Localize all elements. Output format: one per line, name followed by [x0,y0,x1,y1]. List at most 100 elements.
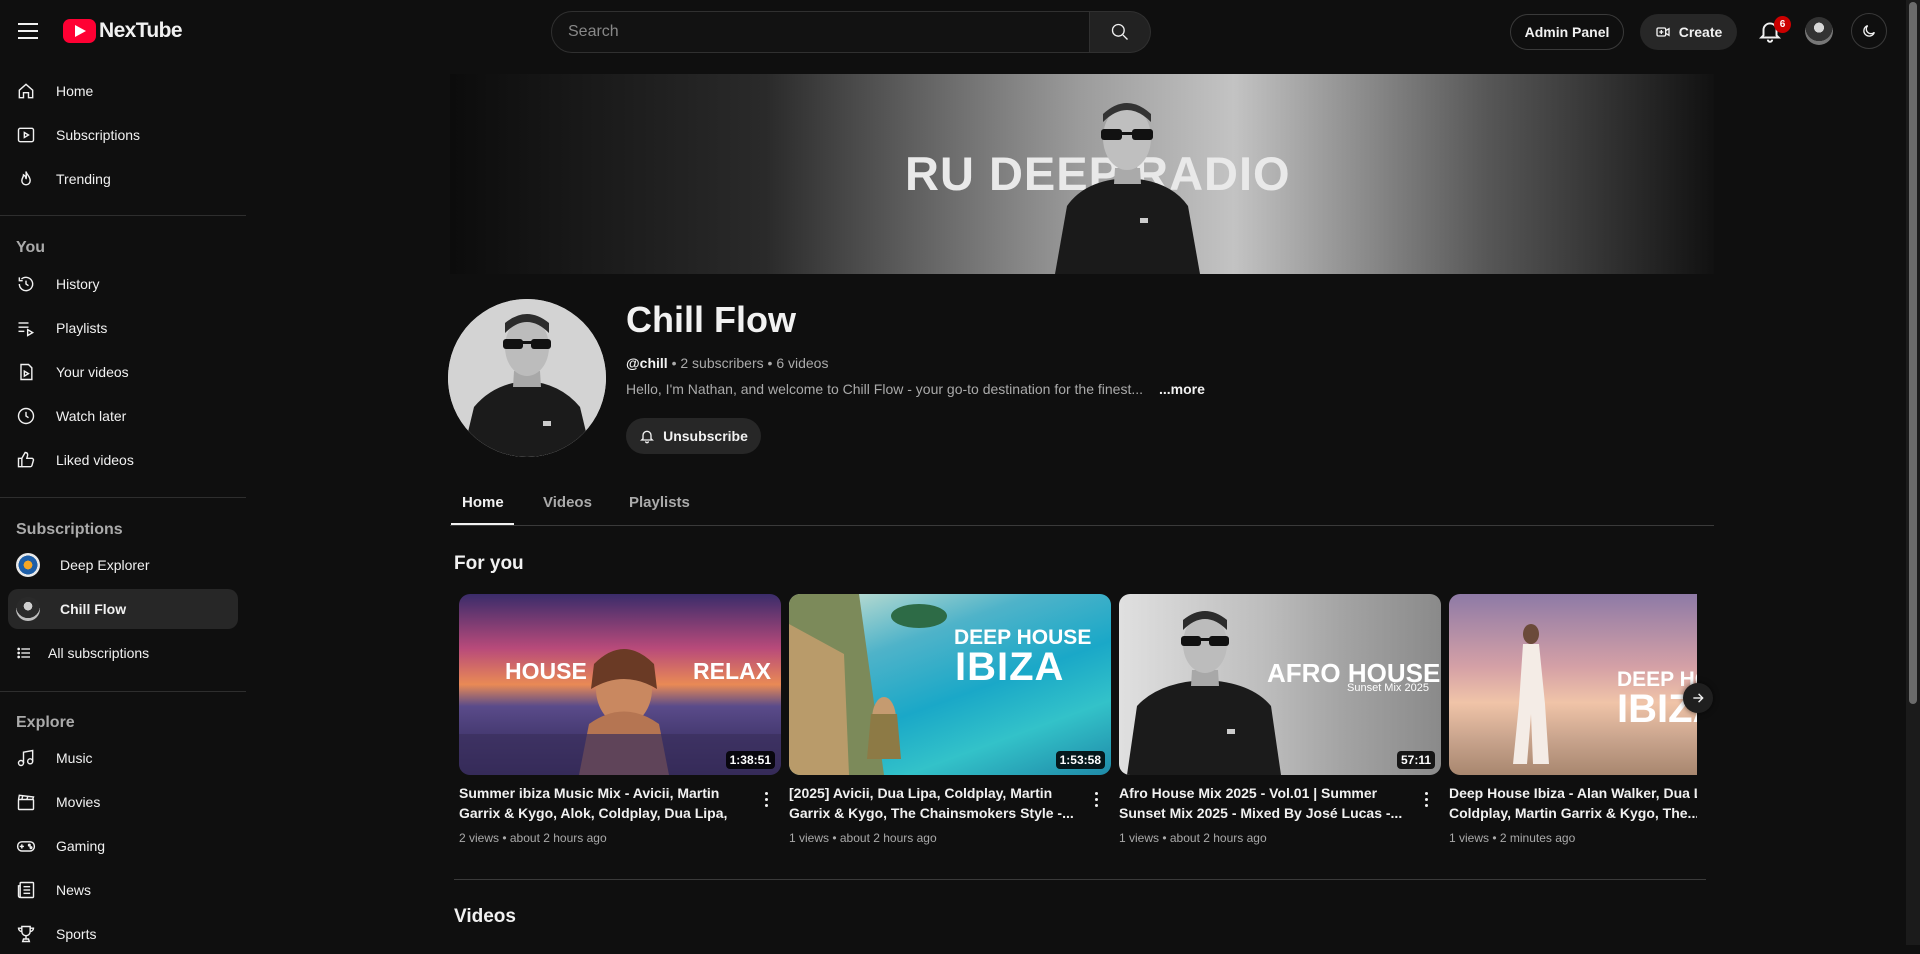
create-video-icon [1656,27,1670,37]
sidebar-divider [0,215,246,216]
video-thumbnail[interactable]: AFRO HOUSE Sunset Mix 2025 57:11 [1119,594,1441,775]
play-logo-icon [63,19,96,43]
thumbnail-text-left: HOUSE [505,658,587,684]
theme-toggle-button[interactable] [1851,13,1887,49]
banner-person-image [1055,103,1200,274]
sidebar-item-label: Playlists [56,320,108,336]
sidebar-item-playlists[interactable]: Playlists [8,308,238,348]
unsubscribe-label: Unsubscribe [663,428,748,444]
video-thumbnail[interactable]: DEEP HOUSE IBIZA [1449,594,1697,775]
sidebar-item-label: Your videos [56,364,129,380]
create-label: Create [1678,24,1723,40]
channel-meta: @chill • 2 subscribers • 6 videos [626,355,828,371]
sidebar-item-label: Watch later [56,408,127,424]
video-title[interactable]: Afro House Mix 2025 - Vol.01 | Summer Su… [1119,783,1411,823]
sidebar-subscription-deep-explorer[interactable]: Deep Explorer [8,545,238,585]
channel-description: Hello, I'm Nathan, and welcome to Chill … [626,381,1144,397]
sidebar-item-label: Music [56,750,93,766]
channel-avatar-deep-explorer [16,553,40,577]
sidebar-item-subscriptions[interactable]: Subscriptions [8,115,238,155]
tab-playlists[interactable]: Playlists [629,494,690,511]
video-title[interactable]: [2025] Avicii, Dua Lipa, Coldplay, Marti… [789,783,1081,823]
channel-handle: @chill [626,355,668,371]
search-button[interactable] [1090,11,1151,53]
gamepad-icon [16,841,36,852]
flame-icon [21,171,31,186]
user-avatar[interactable] [1805,17,1833,45]
description-more-link[interactable]: ...more [1159,381,1205,397]
video-duration: 1:53:58 [1055,751,1105,769]
sidebar-item-all-subscriptions[interactable]: All subscriptions [8,633,238,673]
sidebar-item-music[interactable]: Music [8,738,238,778]
sidebar-item-movies[interactable]: Movies [8,782,238,822]
sidebar-item-label: Liked videos [56,452,134,468]
trophy-icon [17,925,35,943]
top-bar: NexTube Admin Panel Create 6 [0,0,1906,62]
home-icon [18,83,34,99]
sidebar-item-label: News [56,882,92,898]
music-note-icon [17,749,34,767]
section-divider [454,879,1706,880]
logo[interactable]: NexTube [63,19,183,43]
sidebar-item-your-videos[interactable]: Your videos [8,352,238,392]
sidebar: Home Subscriptions Trending You History … [0,62,246,945]
video-card[interactable]: DEEP HOUSE IBIZA Deep House Ibiza - Alan… [1449,594,1697,845]
thumbnail-text-sub: Sunset Mix 2025 [1347,682,1429,694]
sidebar-item-news[interactable]: News [8,870,238,910]
create-button[interactable]: Create [1640,14,1737,50]
clock-icon [17,407,35,425]
sidebar-item-home[interactable]: Home [8,71,238,111]
more-options-icon[interactable] [1095,792,1099,808]
video-duration: 57:11 [1396,751,1435,769]
sidebar-item-sports[interactable]: Sports [8,914,238,954]
video-thumbnail[interactable]: DEEP HOUSE IBIZA 1:53:58 [789,594,1111,775]
channel-avatar [448,299,606,457]
sidebar-item-gaming[interactable]: Gaming [8,826,238,866]
sidebar-item-history[interactable]: History [8,264,238,304]
sidebar-item-label: Chill Flow [60,601,127,617]
sidebar-item-label: Movies [56,794,101,810]
video-title[interactable]: Deep House Ibiza - Alan Walker, Dua Lipa… [1449,783,1697,823]
search-icon [1111,23,1128,40]
video-meta: 2 views • about 2 hours ago [459,831,607,845]
channel-avatar-chill-flow [16,597,40,621]
tab-home[interactable]: Home [462,494,504,511]
sidebar-divider [0,691,246,692]
tab-videos[interactable]: Videos [543,494,592,511]
admin-panel-button[interactable]: Admin Panel [1510,14,1624,50]
shelf-next-button[interactable] [1683,683,1713,713]
your-videos-icon [20,363,33,381]
search-bar [551,11,1151,53]
channel-tabs: Home Videos Playlists [450,484,1714,526]
channel-banner: RU DEEP RADIO [450,74,1714,274]
moon-icon [1863,25,1875,37]
notification-badge: 6 [1774,16,1791,33]
video-card[interactable]: DEEP HOUSE IBIZA 1:53:58 [2025] Avicii, … [789,594,1111,845]
sidebar-item-label: Home [56,83,94,99]
menu-icon[interactable] [16,19,40,43]
more-options-icon[interactable] [765,792,769,808]
search-input[interactable] [551,11,1090,53]
video-card[interactable]: AFRO HOUSE Sunset Mix 2025 57:11 Afro Ho… [1119,594,1441,845]
sidebar-item-liked-videos[interactable]: Liked videos [8,440,238,480]
video-meta: 1 views • about 2 hours ago [789,831,937,845]
video-thumbnail[interactable]: HOUSE RELAX 1:38:51 [459,594,781,775]
more-options-icon[interactable] [1425,792,1429,808]
explore-heading: Explore [16,714,75,731]
thumbnail-text-right: RELAX [693,658,771,684]
clapperboard-icon [17,794,35,811]
scrollbar-thumb[interactable] [1909,2,1917,704]
page-scrollbar[interactable] [1906,0,1920,945]
for-you-title: For you [454,553,524,574]
sidebar-item-watch-later[interactable]: Watch later [8,396,238,436]
thumbnail-text-main: IBIZA [955,645,1065,689]
app-name: NexTube [99,19,183,42]
sidebar-item-trending[interactable]: Trending [8,159,238,199]
video-title[interactable]: Summer ibiza Music Mix - Avicii, Martin … [459,783,751,823]
unsubscribe-button[interactable]: Unsubscribe [626,418,761,454]
sidebar-item-label: Subscriptions [56,127,141,143]
video-card[interactable]: HOUSE RELAX 1:38:51 Summer ibiza Music M… [459,594,781,845]
sidebar-item-label: Gaming [56,838,106,854]
sidebar-subscription-chill-flow[interactable]: Chill Flow [8,589,238,629]
sidebar-item-label: Deep Explorer [60,557,150,573]
